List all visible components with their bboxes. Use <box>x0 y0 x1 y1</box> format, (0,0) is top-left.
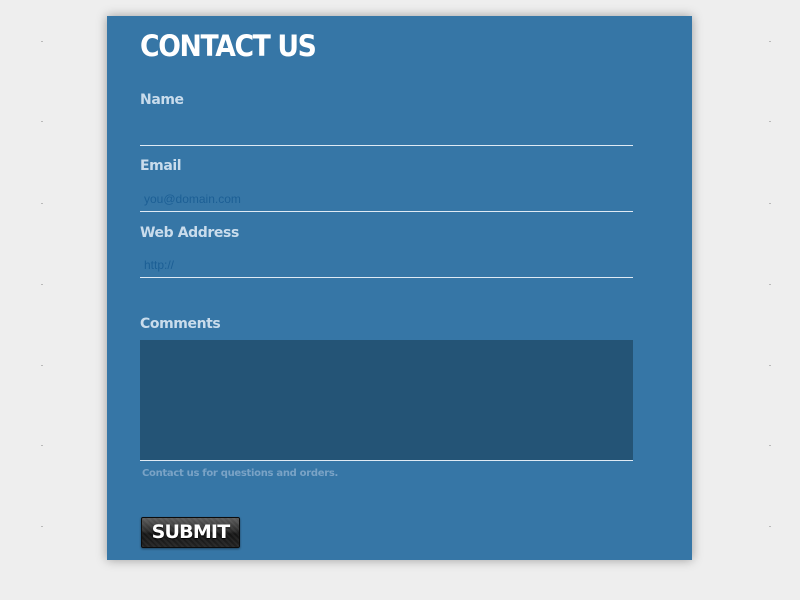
background-dot <box>41 526 43 527</box>
email-label: Email <box>140 158 182 174</box>
background-dot <box>41 284 43 285</box>
background-dot <box>41 365 43 366</box>
background-dot <box>41 41 43 42</box>
name-label: Name <box>140 92 184 108</box>
background-dot <box>769 445 771 446</box>
background-dot <box>769 203 771 204</box>
email-field[interactable] <box>140 186 633 212</box>
comments-label: Comments <box>140 316 221 332</box>
background-dot <box>769 284 771 285</box>
web-address-label: Web Address <box>140 225 239 241</box>
background-dot <box>41 203 43 204</box>
background-dot <box>769 121 771 122</box>
background-dot <box>41 121 43 122</box>
name-field[interactable] <box>140 120 633 146</box>
form-title: CONTACT US <box>140 29 317 63</box>
contact-form: CONTACT US Name Email Web Address Commen… <box>107 16 692 560</box>
background-dot <box>769 526 771 527</box>
submit-button[interactable]: SUBMIT <box>141 517 240 548</box>
background-dot <box>769 365 771 366</box>
background-dot <box>769 41 771 42</box>
comments-textarea[interactable] <box>140 340 633 461</box>
background-dot <box>41 445 43 446</box>
submit-button-label: SUBMIT <box>151 521 231 543</box>
web-address-field[interactable] <box>140 252 633 278</box>
form-hint-text: Contact us for questions and orders. <box>142 468 339 479</box>
